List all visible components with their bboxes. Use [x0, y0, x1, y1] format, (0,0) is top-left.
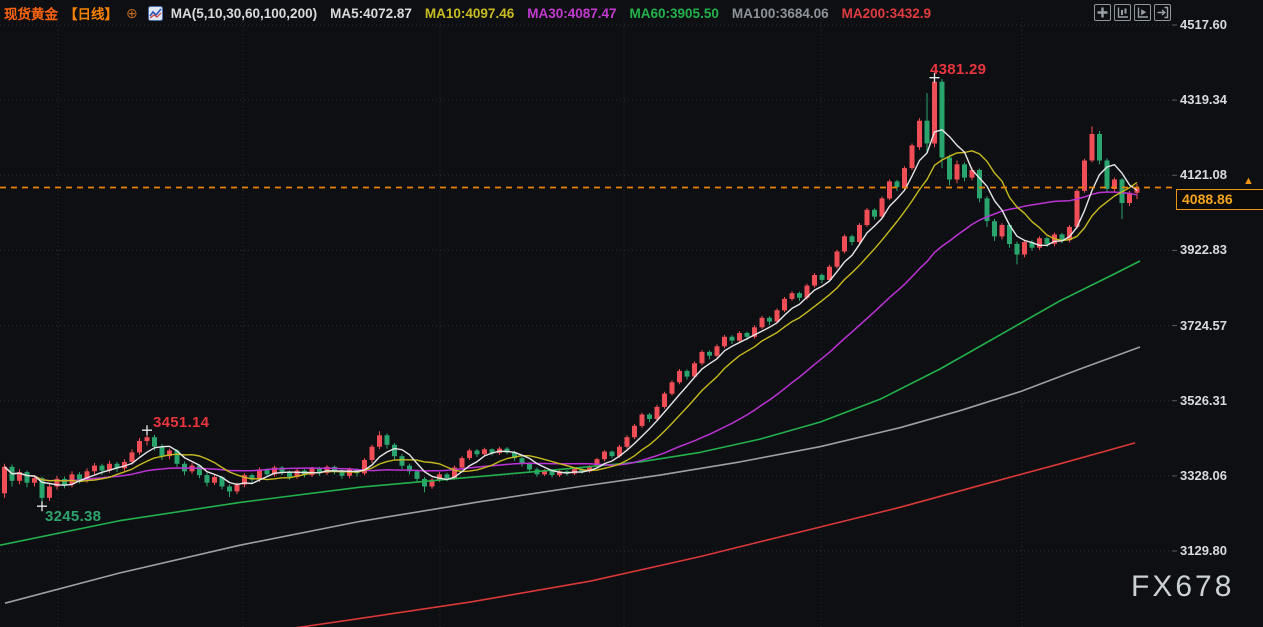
- axis-price-label: 3328.06: [1180, 468, 1227, 483]
- move-tool-button[interactable]: [1094, 4, 1111, 21]
- ma-legend-item-4: MA60:3905.50: [630, 6, 719, 21]
- price-up-arrow-icon: ▲: [1243, 175, 1254, 187]
- ma-legend-item-6: MA200:3432.9: [842, 6, 931, 21]
- extreme-price-annotation: 3245.38: [45, 508, 101, 525]
- chart-toolbar: [1094, 4, 1171, 21]
- axis-price-label: 3526.31: [1180, 393, 1227, 408]
- exit-chart-button[interactable]: [1154, 4, 1171, 21]
- chart-header: 现货黄金 【日线】 ⊕ MA(5,10,30,60,100,200) MA5:40…: [4, 3, 931, 23]
- axis-price-label: 3724.57: [1180, 318, 1227, 333]
- ma-legend-item-2: MA10:4097.46: [425, 6, 514, 21]
- timeframe-label[interactable]: 【日线】: [64, 3, 118, 23]
- axis-price-label: 4319.34: [1180, 92, 1227, 107]
- ma-legend-item-1: MA5:4072.87: [330, 6, 412, 21]
- ma-legend-item-0: MA(5,10,30,60,100,200): [171, 6, 317, 21]
- axis-price-label: 4517.60: [1180, 17, 1227, 32]
- axis-play-view-button[interactable]: [1134, 4, 1151, 21]
- axis-price-label: 3129.80: [1180, 543, 1227, 558]
- axis-price-label: 4121.08: [1180, 167, 1227, 182]
- extreme-price-annotation: 4381.29: [930, 61, 986, 78]
- ma-legend-item-5: MA100:3684.06: [732, 6, 829, 21]
- gold-daily-chart-window: 现货黄金 【日线】 ⊕ MA(5,10,30,60,100,200) MA5:40…: [0, 0, 1263, 627]
- instrument-title: 现货黄金: [4, 3, 58, 23]
- ma-legend-item-3: MA30:4087.47: [527, 6, 616, 21]
- axis-price-label: 3922.83: [1180, 242, 1227, 257]
- circle-plus-icon[interactable]: ⊕: [126, 5, 138, 22]
- extreme-price-annotation: 3451.14: [153, 414, 209, 431]
- ma-legend: MA(5,10,30,60,100,200) MA5:4072.87 MA10:40…: [171, 6, 931, 21]
- current-price-badge: 4088.86: [1176, 189, 1263, 210]
- fx678-watermark: FX678: [1131, 570, 1234, 604]
- indicator-chart-icon[interactable]: [148, 6, 163, 21]
- candlestick-chart-canvas[interactable]: [0, 0, 1263, 627]
- axis-candle-view-button[interactable]: [1114, 4, 1131, 21]
